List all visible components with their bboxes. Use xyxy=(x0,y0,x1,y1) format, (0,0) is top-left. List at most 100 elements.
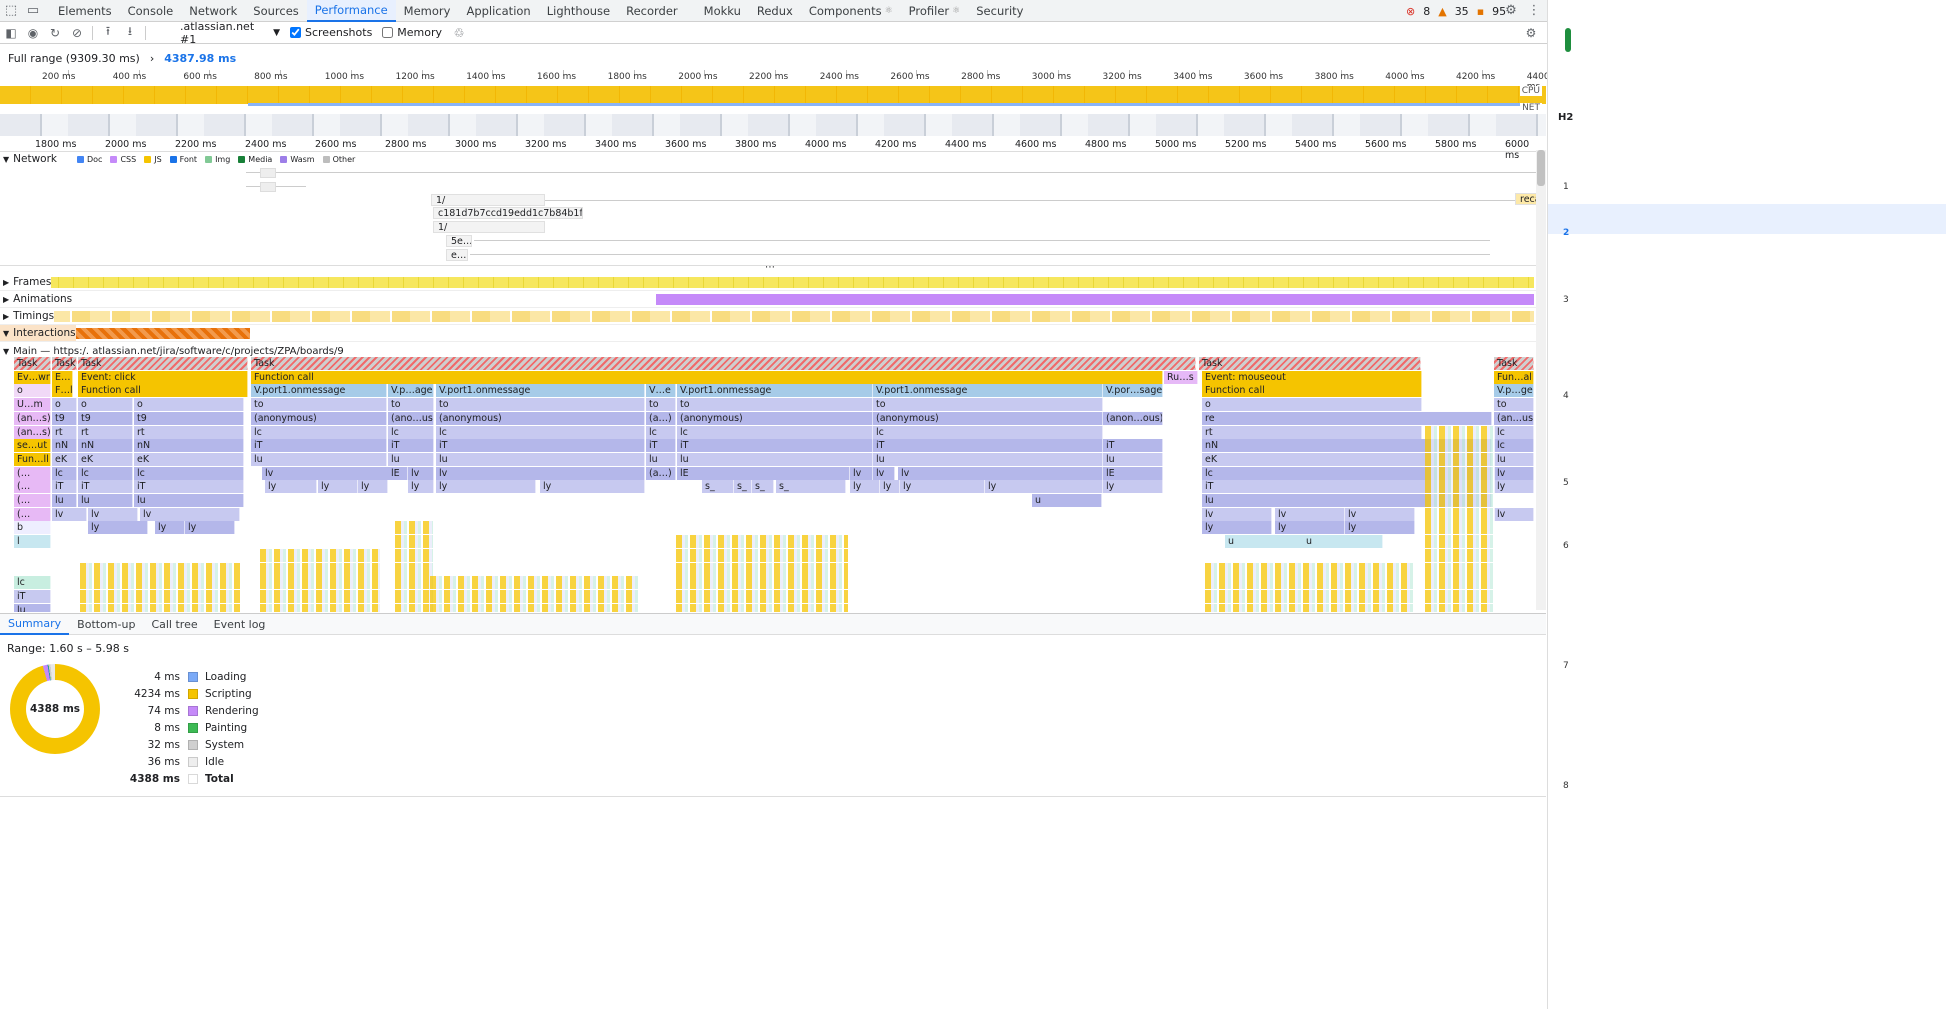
function-entry[interactable]: (an…s) xyxy=(14,411,51,425)
inspect-element-icon[interactable]: ⬚ xyxy=(0,0,22,22)
flame-entry[interactable] xyxy=(80,603,240,612)
function-entry[interactable]: V.p…age xyxy=(388,384,434,398)
function-entry[interactable]: (anon…ous) xyxy=(1103,411,1163,425)
event-entry[interactable]: Ev…wn xyxy=(14,370,51,384)
function-entry[interactable]: o xyxy=(52,398,77,412)
flame-entry[interactable] xyxy=(676,589,848,603)
function-entry[interactable]: lu xyxy=(1103,452,1163,466)
function-entry[interactable]: rt xyxy=(52,425,77,439)
function-entry[interactable]: ly xyxy=(1494,480,1534,494)
function-entry[interactable]: lc xyxy=(78,466,133,480)
frames-track-header[interactable]: ▶ Frames xyxy=(0,274,52,290)
garbage-collect-icon[interactable]: ♲ xyxy=(448,22,470,44)
flame-entry[interactable] xyxy=(1425,589,1495,603)
current-range-breadcrumb[interactable]: 4387.98 ms xyxy=(164,52,236,65)
timeline-overview[interactable]: 200 ms 400 ms 600 ms 800 ms 1000 ms 1200 ms 14… xyxy=(0,70,1554,136)
function-entry[interactable]: lc xyxy=(52,466,77,480)
function-entry[interactable]: lc xyxy=(436,425,645,439)
resize-handle-icon[interactable]: ⋯ xyxy=(765,262,775,273)
function-entry[interactable]: (an…us) xyxy=(1494,411,1534,425)
flame-entry[interactable] xyxy=(395,535,433,549)
function-entry[interactable]: iT xyxy=(388,439,434,453)
flame-entry[interactable] xyxy=(395,576,433,590)
function-entry[interactable]: ly xyxy=(880,480,900,494)
function-entry[interactable]: lv xyxy=(1494,507,1534,521)
event-entry[interactable]: E… xyxy=(52,370,73,384)
flame-entry[interactable] xyxy=(676,603,848,612)
function-entry[interactable]: iT xyxy=(14,589,51,603)
task-entry[interactable]: Task xyxy=(1199,357,1421,370)
function-entry[interactable]: o xyxy=(134,398,244,412)
flame-entry[interactable] xyxy=(676,576,848,590)
function-entry[interactable]: to xyxy=(388,398,434,412)
function-entry[interactable]: (an…s) xyxy=(14,425,51,439)
screenshots-checkbox-input[interactable] xyxy=(290,27,301,38)
task-entry[interactable]: Task xyxy=(251,357,1196,370)
flame-entry[interactable] xyxy=(1425,521,1495,535)
screenshots-checkbox[interactable]: Screenshots xyxy=(290,26,372,39)
flame-entry[interactable] xyxy=(676,548,848,562)
function-entry[interactable]: to xyxy=(873,398,1103,412)
reload-record-icon[interactable]: ↻ xyxy=(44,22,66,44)
function-entry[interactable]: iT xyxy=(78,480,133,494)
function-entry[interactable]: u xyxy=(1032,494,1102,507)
function-entry[interactable]: lu xyxy=(1494,452,1534,466)
target-select[interactable]: .atlassian.net #1 ▼ xyxy=(180,20,280,46)
record-icon[interactable]: ◉ xyxy=(22,22,44,44)
function-entry[interactable]: iT xyxy=(251,439,387,453)
function-entry[interactable]: (ano…us) xyxy=(388,411,434,425)
function-entry[interactable]: o xyxy=(14,384,51,398)
function-entry[interactable]: iT xyxy=(677,439,873,453)
function-entry[interactable]: lE xyxy=(388,466,408,480)
flame-entry[interactable] xyxy=(1425,576,1495,590)
event-entry[interactable]: Function call xyxy=(251,370,1163,384)
function-entry[interactable]: o xyxy=(78,398,133,412)
event-entry[interactable]: Event: click xyxy=(78,370,248,384)
more-options-icon[interactable]: ⋮ xyxy=(1523,0,1545,22)
flame-entry[interactable] xyxy=(1205,562,1415,576)
tab-summary[interactable]: Summary xyxy=(0,614,70,635)
flame-entry[interactable] xyxy=(260,576,380,590)
function-entry[interactable]: t9 xyxy=(134,411,244,425)
function-entry[interactable]: iT xyxy=(436,439,645,453)
flame-scrollbar[interactable] xyxy=(1536,150,1546,610)
function-entry[interactable]: ly xyxy=(185,521,235,535)
tab-call-tree[interactable]: Call tree xyxy=(143,614,205,635)
flame-entry[interactable] xyxy=(395,548,433,562)
event-entry[interactable]: Event: mouseout xyxy=(1202,370,1422,384)
function-entry[interactable]: ly xyxy=(88,521,148,535)
function-entry[interactable]: to xyxy=(251,398,387,412)
flame-entry[interactable] xyxy=(1425,603,1495,612)
function-entry[interactable]: lv xyxy=(436,466,645,480)
function-entry[interactable]: lu xyxy=(646,452,676,466)
network-track-header[interactable]: ▼ Network xyxy=(0,153,57,165)
tab-network[interactable]: Network xyxy=(181,0,245,22)
tab-bottom-up[interactable]: Bottom-up xyxy=(69,614,143,635)
function-entry[interactable]: lu xyxy=(251,452,387,466)
function-entry[interactable]: o xyxy=(1202,398,1422,412)
function-entry[interactable]: eK xyxy=(78,452,133,466)
function-entry[interactable]: eK xyxy=(52,452,77,466)
function-entry[interactable]: lc xyxy=(251,425,387,439)
function-entry[interactable]: lv xyxy=(52,507,87,521)
function-entry[interactable]: to xyxy=(677,398,873,412)
function-entry[interactable]: V.port1.onmessage xyxy=(436,384,645,398)
tab-elements[interactable]: Elements xyxy=(50,0,120,22)
function-entry[interactable]: ly xyxy=(265,480,317,494)
function-entry[interactable]: lv xyxy=(898,466,1103,480)
function-entry[interactable]: ly xyxy=(540,480,645,494)
screenshot-filmstrip[interactable] xyxy=(0,114,1546,136)
interactions-track-header[interactable]: ▼ Interactions xyxy=(0,325,76,341)
device-toolbar-icon[interactable]: ▭ xyxy=(22,0,44,22)
tab-application[interactable]: Application xyxy=(458,0,538,22)
function-entry[interactable]: (anonymous) xyxy=(677,411,873,425)
function-entry[interactable]: s_ xyxy=(752,480,774,494)
flame-entry[interactable] xyxy=(1425,466,1495,480)
function-entry[interactable]: lv xyxy=(1345,507,1415,521)
function-entry[interactable]: (… xyxy=(14,507,51,521)
function-entry[interactable]: b xyxy=(14,521,51,535)
function-entry[interactable]: l xyxy=(14,535,51,549)
full-range-breadcrumb[interactable]: Full range (9309.30 ms) xyxy=(8,52,140,65)
main-track-header[interactable]: ▼ Main — https:/. atlassian.net/jira/sof… xyxy=(0,344,344,358)
function-entry[interactable]: lc xyxy=(14,576,51,590)
